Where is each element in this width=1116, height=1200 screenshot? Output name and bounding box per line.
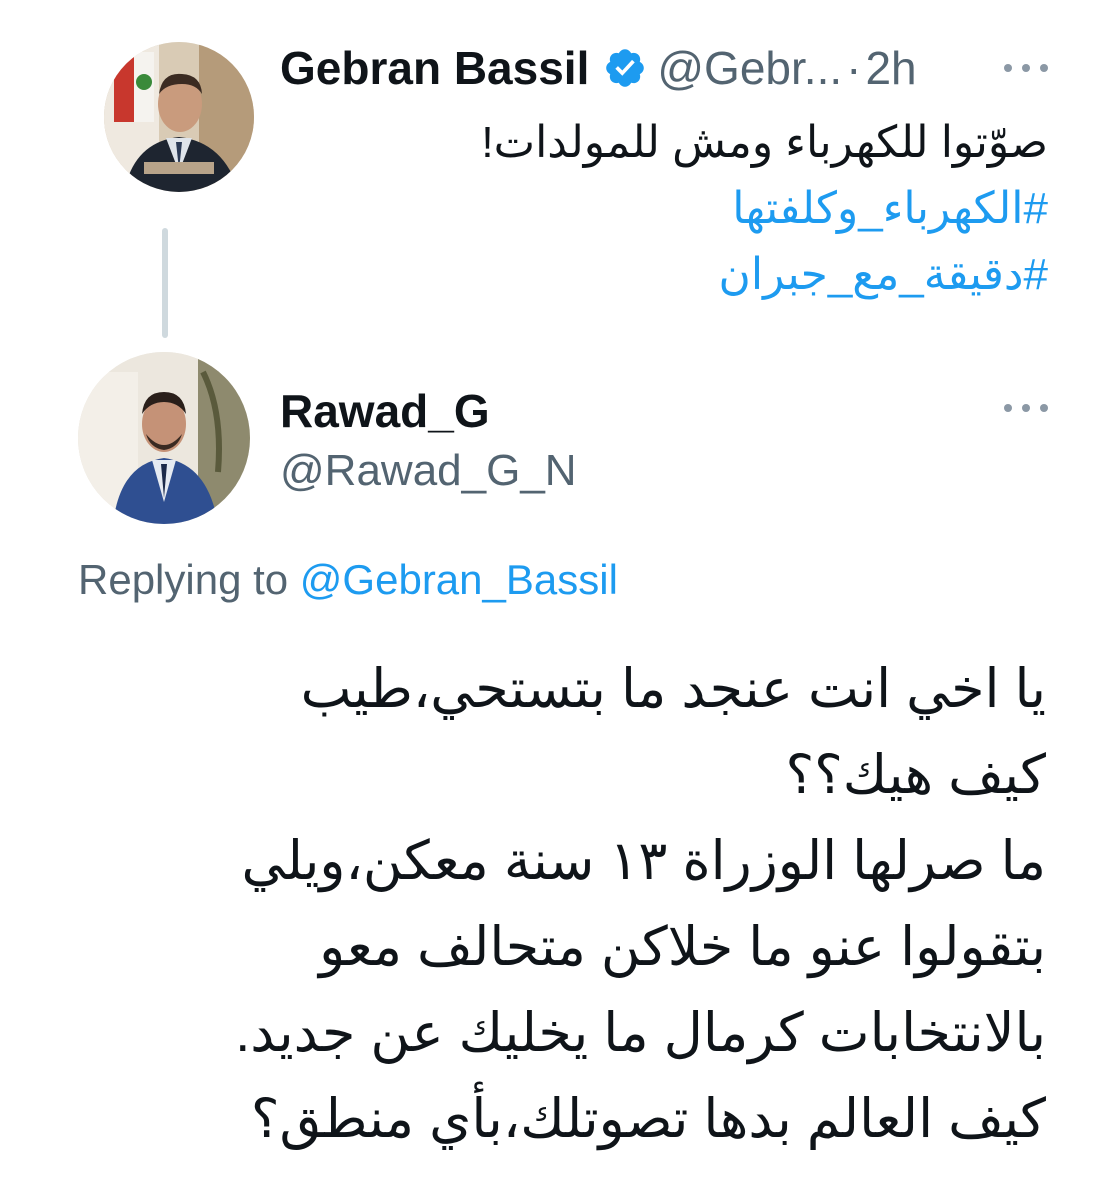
more-horizontal-icon[interactable]: [1004, 58, 1048, 78]
reply-line: بالانتخابات كرمال ما يخليك عن جديد.: [235, 1003, 1046, 1063]
separator-dot: ·: [846, 42, 862, 94]
reply-line: بتقولوا عنو ما خلاكن متحالف معو: [319, 917, 1046, 977]
hashtag-link[interactable]: #دقيقة_مع_جبران: [268, 242, 1048, 308]
reply-text: يا اخي انت عنجد ما بتستحي،طيب كيف هيك؟؟ …: [66, 646, 1046, 1162]
thread-connector-line: [162, 228, 168, 338]
tweet-text: صوّتوا للكهرباء ومش للمولدات! #الكهرباء_…: [268, 110, 1048, 308]
author-handle[interactable]: @Gebr...: [657, 41, 842, 95]
reply-author-name[interactable]: Rawad_G: [280, 384, 490, 438]
avatar-gebran-bassil[interactable]: [104, 42, 254, 192]
reply-line: كيف هيك؟؟: [785, 745, 1046, 805]
mention-link[interactable]: @Gebran_Bassil: [300, 556, 618, 603]
avatar-photo: [78, 352, 250, 524]
reply-line: ما صرلها الوزراة ١٣ سنة معكن،ويلي: [241, 831, 1046, 891]
replying-label: Replying to: [78, 556, 289, 603]
tweet-timestamp[interactable]: 2h: [865, 41, 916, 95]
avatar-rawad-g[interactable]: [78, 352, 250, 524]
avatar-photo: [104, 42, 254, 192]
reply-line: يا اخي انت عنجد ما بتستحي،طيب: [300, 659, 1046, 719]
reply-author-handle[interactable]: @Rawad_G_N: [280, 446, 577, 496]
reply-line: كيف العالم بدها تصوتلك،بأي منطق؟: [250, 1089, 1046, 1149]
tweet-body: صوّتوا للكهرباء ومش للمولدات!: [481, 118, 1048, 167]
author-name[interactable]: Gebran Bassil: [280, 41, 589, 95]
verified-badge-icon: [606, 49, 645, 87]
more-horizontal-icon[interactable]: [1004, 398, 1048, 418]
tweet-header: Gebran Bassil @Gebr... · 2h: [280, 40, 917, 96]
replying-to: Replying to @Gebran_Bassil: [78, 556, 618, 604]
hashtag-link[interactable]: #الكهرباء_وكلفتها: [268, 176, 1048, 242]
